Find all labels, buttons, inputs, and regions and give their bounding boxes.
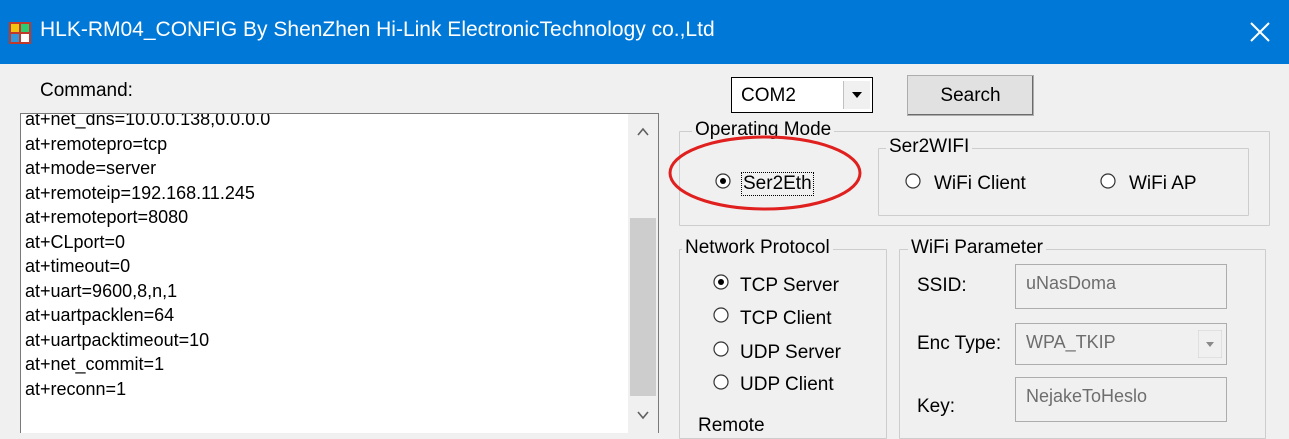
radio-ser2eth[interactable] <box>712 170 734 192</box>
console-line: at+CLport=0 <box>25 231 126 252</box>
port-select[interactable]: COM2 <box>731 77 873 113</box>
console-line: at+uartpacklen=64 <box>25 305 175 325</box>
wifi-parameter-legend: WiFi Parameter <box>908 237 1046 259</box>
radio-wifi-ap[interactable] <box>1097 170 1119 192</box>
command-label: Command: <box>40 80 133 101</box>
title-bar: HLK-RM04_CONFIG By ShenZhen Hi-Link Elec… <box>0 0 1289 64</box>
search-button[interactable]: Search <box>907 75 1034 116</box>
port-dropdown-button[interactable] <box>843 81 870 109</box>
udp-server-label[interactable]: UDP Server <box>740 342 841 364</box>
ssid-label: SSID: <box>917 275 967 296</box>
enc-type-value: WPA_TKIP <box>1026 332 1116 352</box>
command-console[interactable]: at+net_dns=10.0.0.138,0.0.0.0 at+remotepr… <box>20 113 659 433</box>
console-line: at+remotepro=tcp <box>25 133 168 154</box>
console-line: at+reconn=1 <box>25 378 127 399</box>
ser2wifi-legend: Ser2WIFI <box>886 136 973 158</box>
console-line: at+mode=server <box>25 158 157 178</box>
radio-udp-server[interactable] <box>710 338 732 360</box>
remote-label: Remote <box>698 415 765 436</box>
console-line: at+uartpacktimeout=10 <box>25 329 210 350</box>
enc-type-label: Enc Type: <box>917 333 1002 354</box>
console-scrollbar[interactable] <box>628 114 658 433</box>
scroll-thumb[interactable] <box>630 218 656 396</box>
network-protocol-legend: Network Protocol <box>682 237 833 259</box>
console-line: at+remoteport=8080 <box>25 207 189 227</box>
udp-client-label[interactable]: UDP Client <box>740 374 834 396</box>
tcp-client-label[interactable]: TCP Client <box>740 308 832 330</box>
scroll-up-icon[interactable] <box>635 124 651 140</box>
wifi-client-label[interactable]: WiFi Client <box>934 173 1026 195</box>
radio-tcp-client[interactable] <box>710 304 732 326</box>
radio-tcp-server[interactable] <box>710 271 732 293</box>
port-select-value: COM2 <box>741 85 796 106</box>
app-icon <box>9 22 31 44</box>
scroll-down-icon[interactable] <box>635 407 651 423</box>
command-lines: at+net_dns=10.0.0.138,0.0.0.0 at+remotepr… <box>25 113 271 401</box>
close-icon[interactable] <box>1240 12 1280 52</box>
key-field[interactable]: NejakeToHeslo <box>1015 377 1227 422</box>
window-title: HLK-RM04_CONFIG By ShenZhen Hi-Link Elec… <box>40 18 715 41</box>
chevron-down-icon <box>852 92 862 98</box>
console-line: at+uart=9600,8,n,1 <box>25 280 178 301</box>
chevron-down-icon <box>1198 330 1222 358</box>
operating-mode-legend: Operating Mode <box>692 119 835 141</box>
tcp-server-label[interactable]: TCP Server <box>740 275 839 297</box>
ssid-value: uNasDoma <box>1026 273 1117 293</box>
key-label: Key: <box>917 396 956 417</box>
console-line: at+net_dns=10.0.0.138,0.0.0.0 <box>25 113 271 129</box>
enc-type-select[interactable]: WPA_TKIP <box>1015 323 1227 365</box>
console-line: at+remoteip=192.168.11.245 <box>25 182 255 203</box>
wifi-ap-label[interactable]: WiFi AP <box>1129 173 1197 195</box>
console-line: at+net_commit=1 <box>25 354 165 374</box>
radio-wifi-client[interactable] <box>902 170 924 192</box>
radio-udp-client[interactable] <box>710 371 732 393</box>
ser2eth-label[interactable]: Ser2Eth <box>741 172 814 196</box>
console-line: at+timeout=0 <box>25 256 131 276</box>
key-value: NejakeToHeslo <box>1026 386 1148 406</box>
ssid-field[interactable]: uNasDoma <box>1015 264 1227 309</box>
